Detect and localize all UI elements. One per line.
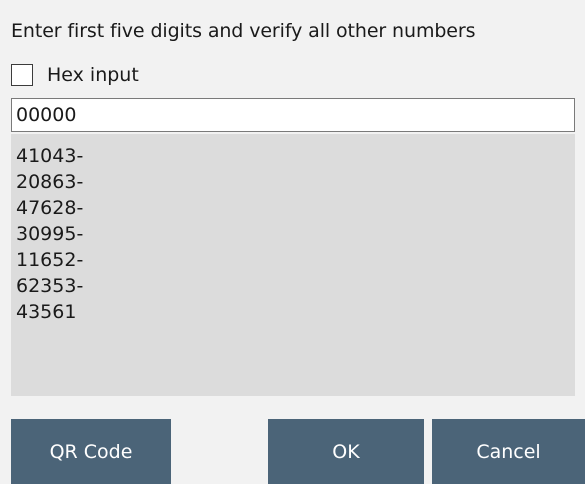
verify-digits-dialog: Enter first five digits and verify all o… (0, 0, 585, 484)
number-line: 62353- (16, 275, 84, 297)
number-line: 30995- (16, 223, 84, 245)
number-line: 47628- (16, 197, 84, 219)
hex-input-option[interactable]: Hex input (11, 62, 139, 88)
hex-input-label[interactable]: Hex input (47, 62, 139, 88)
number-line: 41043- (16, 145, 84, 167)
first-digits-input[interactable] (11, 98, 575, 132)
instruction-text: Enter first five digits and verify all o… (11, 20, 476, 42)
number-line: 11652- (16, 249, 84, 271)
qr-code-button[interactable]: QR Code (11, 419, 171, 484)
hex-input-checkbox[interactable] (11, 64, 33, 86)
cancel-button[interactable]: Cancel (432, 419, 585, 484)
numbers-list: 41043- 20863- 47628- 30995- 11652- 62353… (11, 134, 575, 396)
ok-button[interactable]: OK (268, 419, 424, 484)
number-line: 20863- (16, 171, 84, 193)
number-line: 43561 (16, 301, 77, 323)
